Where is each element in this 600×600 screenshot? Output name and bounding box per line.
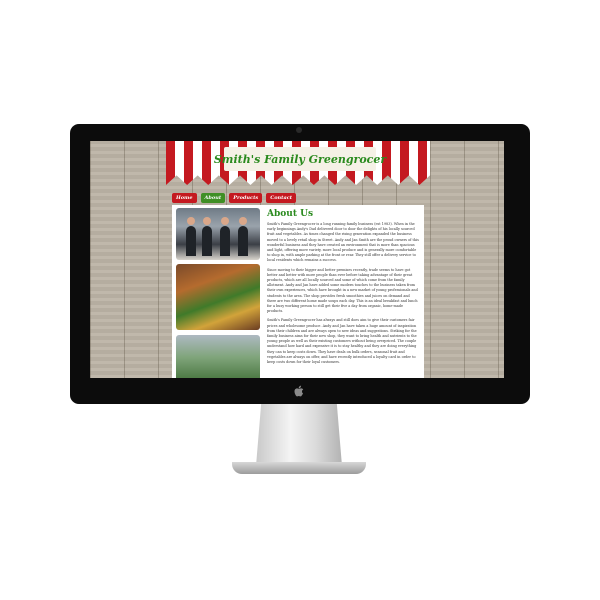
website: Smith's Family Greengrocer Home About Pr… bbox=[166, 141, 430, 378]
about-paragraph: Smith's Family Greengrocer has always an… bbox=[267, 318, 417, 365]
nav-about[interactable]: About bbox=[200, 193, 226, 203]
shop-front-photo bbox=[176, 264, 260, 330]
nav-products[interactable]: Products bbox=[229, 193, 263, 203]
site-logo-text: Smith's Family Greengrocer bbox=[213, 152, 387, 166]
monitor-screen: Smith's Family Greengrocer Home About Pr… bbox=[90, 141, 504, 378]
staff-photo bbox=[176, 208, 260, 260]
site-logo[interactable]: Smith's Family Greengrocer bbox=[214, 147, 386, 171]
page-heading: About Us bbox=[267, 209, 314, 219]
allotment-photo bbox=[176, 335, 260, 378]
monitor-stand bbox=[256, 404, 342, 466]
person-figure bbox=[186, 217, 196, 256]
person-figure bbox=[220, 217, 230, 256]
apple-logo-icon bbox=[294, 385, 304, 397]
person-figure bbox=[202, 217, 212, 256]
about-paragraph: Since moving to their bigger and better … bbox=[267, 267, 418, 314]
monitor-stand-base bbox=[232, 462, 366, 474]
content-panel: About Us Smith's Family Greengrocer is a… bbox=[172, 205, 424, 378]
about-text: About Us Smith's Family Greengrocer is a… bbox=[267, 209, 419, 369]
nav-contact[interactable]: Contact bbox=[266, 193, 297, 203]
main-nav: Home About Products Contact bbox=[172, 193, 297, 203]
webcam-icon bbox=[296, 127, 302, 133]
about-paragraph: Smith's Family Greengrocer is a long run… bbox=[267, 222, 419, 263]
nav-home[interactable]: Home bbox=[172, 193, 197, 203]
person-figure bbox=[238, 217, 248, 256]
